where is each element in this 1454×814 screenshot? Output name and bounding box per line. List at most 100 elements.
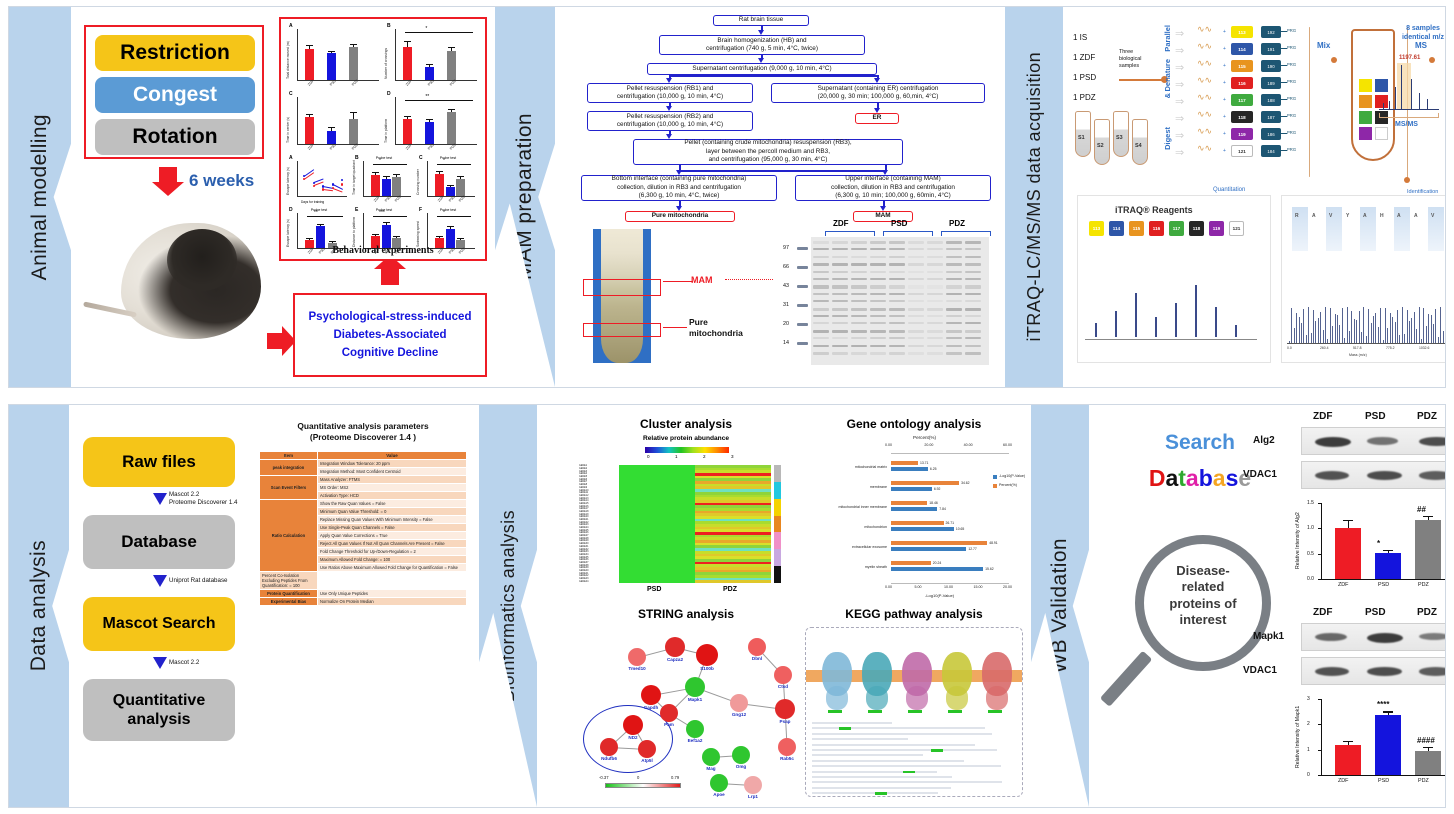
gel-marker-label: 20 [783,321,789,327]
wb-chart-ytick: 2 [1307,721,1310,728]
kegg-green-hit [931,749,943,752]
gel-band [832,337,848,340]
gel-band [813,344,829,347]
chart-errorbar [396,237,398,239]
itraq-ident-peak [1423,308,1425,343]
pure-mito-band-marker [583,323,661,337]
itraq-reagent-tag: 119 [1209,221,1224,236]
itraq-tag: 117 [1231,94,1253,106]
chart-bar [305,117,314,144]
gel-band [927,285,943,289]
chart-errorbar-cap [306,237,313,239]
itraq-tag: 118 [1231,111,1253,123]
table-group-cell: Protein Quantification [259,589,318,598]
itraq-reagent-tag: 121 [1229,221,1244,236]
gel-band [832,270,848,273]
chart-errorbar [460,239,462,241]
outcome-arrow-icon [267,326,296,356]
wb-chart-xaxis [1321,579,1445,581]
flowchart-arrowhead-icon [666,134,673,139]
go-bottom-axis [891,583,1009,584]
kegg-green-node [828,710,842,713]
gel-group-label: PSD [891,219,908,228]
string-node [623,715,643,735]
itraq-ident-peak [1305,335,1307,343]
rat-head [167,229,237,291]
itraq-ident-peak [1387,328,1389,343]
flowchart-split-line-2 [679,170,885,172]
itraq-ident-peak [1337,314,1338,343]
gel-band [889,307,905,311]
wb-chart-significance: * [1377,538,1381,548]
itraq-ident-peak [1435,308,1437,343]
gel-band [965,315,981,317]
itraq-tube-chip [1375,95,1388,108]
arrow-label-2: Uniprot Rat database [169,577,228,584]
cluster-gene-label: GENE44 [579,579,589,583]
gel-band [946,315,962,317]
chart-errorbar [320,224,322,227]
kegg-text-line [812,776,952,778]
kegg-green-hit [903,770,915,774]
wb-chart-bar [1335,745,1361,775]
pure-leader-line [663,327,687,329]
table-value-cell: Replace Missing Quan Values With Minimum… [316,515,468,524]
gel-band [813,255,829,258]
chart-errorbar-cap [436,236,443,238]
mam-dotted-arrow [725,279,773,280]
chart-errorbar-cap [448,47,455,49]
itraq-ident-axis [1287,343,1445,344]
itraq-ident-peak [1351,311,1353,343]
itraq-reporter: 184 [1261,145,1281,157]
go-category-label: mitochondrion [864,525,887,529]
gel-marker-label: 97 [783,245,789,251]
itraq-ident-peak [1380,307,1382,343]
itraq-ident-peak [1341,308,1343,343]
itraq-peptide-icon: ∿∿ [1197,92,1213,102]
step-mascot-search: Mascot Search [83,597,235,651]
itraq-ident-peak [1425,326,1427,343]
gel-band [813,307,829,311]
go-bar-logp [891,507,938,511]
itraq-vial [1094,119,1110,165]
go-category-label: extracellular exosome [852,545,887,549]
chart-sig-bar [437,216,471,217]
wb-band [1367,437,1398,445]
string-node-label: Capza2 [666,657,684,662]
gel-band [946,300,962,303]
chart-bar [349,118,358,144]
itraq-tube-chip [1359,95,1372,108]
gel-band [908,337,924,340]
go-bar-logp [891,567,984,571]
itraq-sample-label: 1 ZDF [1073,53,1096,62]
wb-chart-ylabel: Relative Intensity of Mapk1 [1295,705,1301,769]
flowchart-arrowhead-icon [880,206,887,211]
itraq-process-arrow-icon: ⇒ [1175,28,1185,40]
table-title-sub: (Proteome Discoverer 1.4 ) [309,432,417,443]
itraq-ident-peak [1310,333,1312,343]
gel-band [889,344,905,347]
gel-band [870,270,886,273]
itraq-reagent-tag: 113 [1089,221,1104,236]
magnifier-handle-icon [1099,650,1153,707]
table-header-row: Item Value [259,451,468,460]
go-bar-logp [891,527,954,531]
gel-band [965,337,981,340]
wb-chart-tickmark [1318,503,1321,504]
wb-chart-errorcap [1383,711,1393,713]
database-letter: D [1148,465,1166,491]
itraq-peptide-letter: R [1295,213,1299,219]
string-node [744,776,762,794]
wb-group-label: PSD [1365,607,1386,618]
chart-bar [435,174,444,196]
string-node [730,694,748,712]
gel-band [851,241,867,245]
database-letter: a [1212,465,1226,491]
itraq-reporter: 192 [1261,26,1281,38]
go-bottom-tick: 20.00 [1003,585,1012,589]
wb-chart-ytick: 1.0 [1307,525,1314,532]
wb-chart-significance: **** [1377,700,1390,710]
table-title-main: Quantitative analysis parameters [297,421,429,431]
itraq-process-arrow-icon: ⇒ [1175,147,1185,159]
gel-band [832,263,848,267]
